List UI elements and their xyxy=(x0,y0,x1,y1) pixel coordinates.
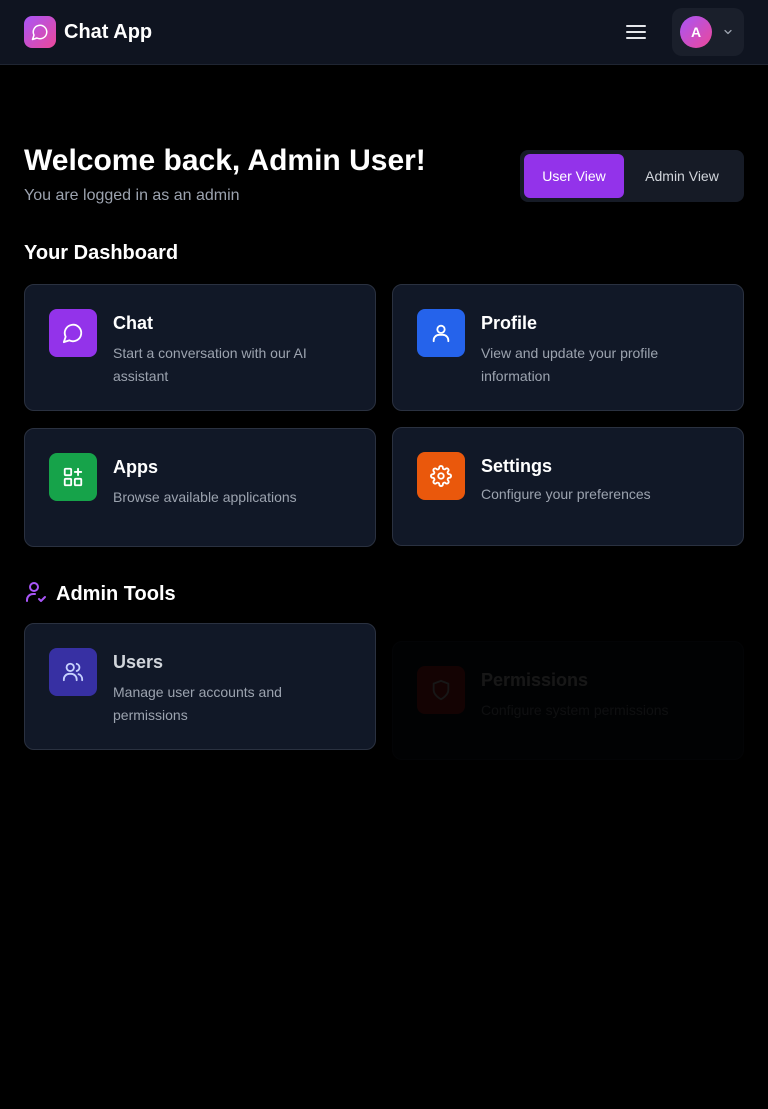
card-description: Start a conversation with our AI assista… xyxy=(113,345,307,384)
card-title: Settings xyxy=(481,456,553,476)
apps-card[interactable]: Apps Browse available applications xyxy=(24,428,376,547)
card-description: Configure your preferences xyxy=(481,486,651,502)
top-navbar: Chat App A xyxy=(0,0,768,65)
app-name: Chat App xyxy=(64,20,153,43)
admin-tools-title: Admin Tools xyxy=(56,583,176,605)
welcome-subtitle: You are logged in as an admin xyxy=(24,187,240,204)
card-title: Profile xyxy=(481,313,538,333)
card-title: Users xyxy=(113,652,164,672)
dashboard-section-title: Your Dashboard xyxy=(24,242,179,264)
card-description: Browse available applications xyxy=(113,489,297,505)
card-title: Chat xyxy=(113,313,153,333)
card-title: Apps xyxy=(113,457,158,477)
settings-card[interactable]: Settings Configure your preferences xyxy=(392,427,744,546)
brand[interactable]: Chat App xyxy=(24,16,152,48)
profile-card[interactable]: Profile View and update your profile inf… xyxy=(392,284,744,411)
users-card[interactable]: Users Manage user accounts and permissio… xyxy=(24,623,376,750)
message-circle-icon xyxy=(49,309,97,357)
chevron-down-icon xyxy=(722,26,734,38)
card-title: Permissions xyxy=(481,670,589,690)
avatar: A xyxy=(680,16,712,48)
chat-bubble-logo-icon xyxy=(24,16,56,48)
user-view-button[interactable]: User View xyxy=(524,154,624,198)
view-toggle: User View Admin View xyxy=(520,150,744,202)
user-check-icon xyxy=(24,580,48,609)
shield-icon xyxy=(417,666,465,714)
user-icon xyxy=(417,309,465,357)
chat-card[interactable]: Chat Start a conversation with our AI as… xyxy=(24,284,376,411)
permissions-card[interactable]: Permissions Configure system permissions xyxy=(392,641,744,760)
card-description: View and update your profile information xyxy=(481,345,659,384)
apps-grid-icon xyxy=(49,453,97,501)
user-menu-button[interactable]: A xyxy=(672,8,744,56)
card-description: Configure system permissions xyxy=(481,702,669,718)
users-icon xyxy=(49,648,97,696)
admin-tools-header: Admin Tools xyxy=(24,580,176,609)
settings-gear-icon xyxy=(417,452,465,500)
admin-view-button[interactable]: Admin View xyxy=(624,154,740,198)
card-description: Manage user accounts and permissions xyxy=(113,684,282,723)
hamburger-menu-icon[interactable] xyxy=(624,20,648,44)
welcome-title: Welcome back, Admin User! xyxy=(24,144,426,177)
